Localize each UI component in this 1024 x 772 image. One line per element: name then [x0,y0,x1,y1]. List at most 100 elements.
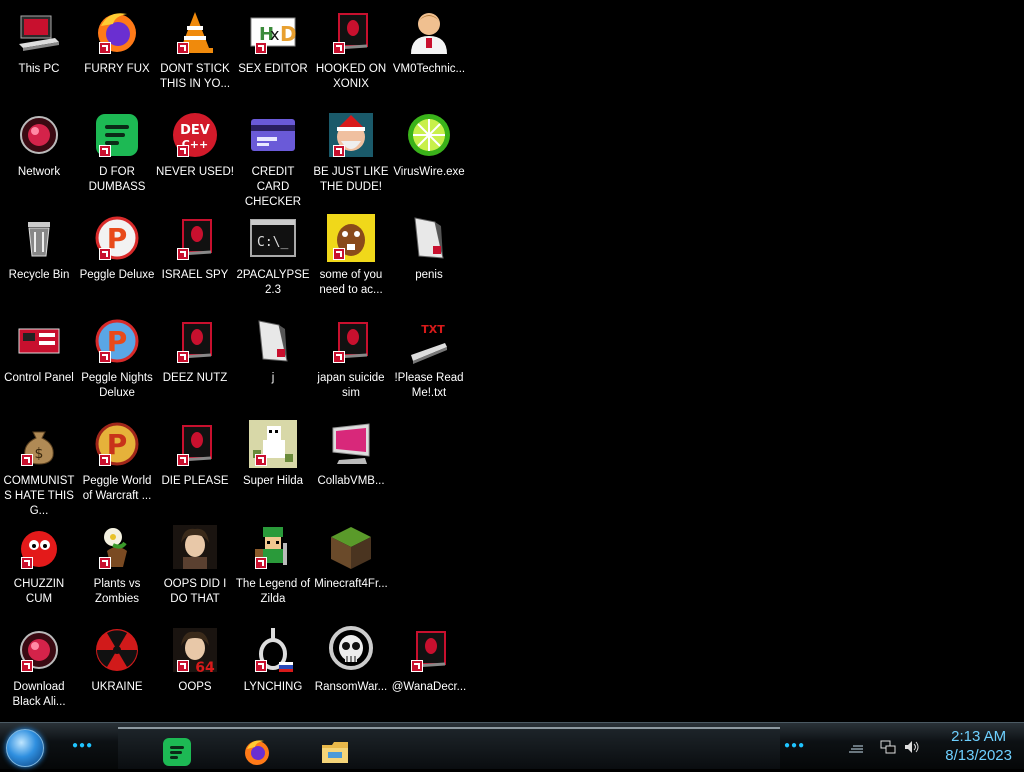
file-icon [249,317,297,365]
alien-app-icon [171,214,219,262]
network-tray-icon[interactable] [880,740,896,754]
zilda-icon [249,523,297,571]
desktop-icon-this-pc[interactable]: This PC [0,0,78,100]
desktop[interactable]: This PC Network Recycle Bin Control Pane… [0,0,1024,722]
shortcut-arrow-icon [255,660,267,672]
desktop-icon-j[interactable]: j [234,309,312,409]
shortcut-arrow-icon [177,42,189,54]
credit-card-icon [249,111,297,159]
svg-text:$: $ [35,446,44,462]
shortcut-arrow-icon [99,557,111,569]
portrait-64-icon: 64 [171,626,219,674]
system-clock[interactable]: 2:13 AM 8/13/2023 [945,727,1012,765]
desktop-icon-peggle-deluxe[interactable]: P Peggle Deluxe [78,206,156,306]
desktop-icon-label: Recycle Bin [8,269,70,281]
firefox-icon [245,740,269,765]
desktop-icon-vm0technic[interactable]: VM0Technic... [390,0,468,100]
desktop-icon-wanadecryptor[interactable]: @WanaDecr... [390,618,468,718]
shortcut-arrow-icon [21,557,33,569]
taskbar-decoration-right: ●●● [784,740,806,751]
svg-text:64: 64 [195,660,215,674]
desktop-icon-never-used[interactable]: DEV C++ NEVER USED! [156,103,234,203]
desktop-icon-minecraft[interactable]: Minecraft4Fr... [312,515,390,615]
svg-text:DEV: DEV [180,123,210,138]
alien-app-icon [327,8,375,56]
desktop-icon-legend-of-zilda[interactable]: The Legend of Zilda [234,515,312,615]
desktop-icon-collabvm[interactable]: CollabVMB... [312,412,390,512]
desktop-icon-label: Peggle Deluxe [79,269,155,281]
desktop-icon-sex-editor[interactable]: HxD SEX EDITOR [234,0,312,100]
start-button[interactable] [6,729,44,767]
volume-icon[interactable] [904,740,920,754]
alien-app-icon [327,317,375,365]
desktop-icon-2pacalypse[interactable]: C:\_ 2PACALYPSE 2.3 [234,206,312,306]
desktop-icon-ukraine[interactable]: UKRAINE [78,618,156,718]
desktop-icon-d-for-dumbass[interactable]: D FOR DUMBASS [78,103,156,203]
desktop-icon-penis[interactable]: penis [390,206,468,306]
svg-text:D: D [280,22,297,46]
desktop-icon-please-read-me[interactable]: TXT !Please Read Me!.txt [390,309,468,409]
desktop-icon-label: FURRY FUX [84,63,150,75]
desktop-icon-chuzzin[interactable]: CHUZZIN CUM [0,515,78,615]
desktop-icon-peggle-wow[interactable]: P Peggle World of Warcraft ... [78,412,156,512]
desktop-icon-some-of-you[interactable]: some of you need to ac... [312,206,390,306]
desktop-icon-recycle-bin[interactable]: Recycle Bin [0,206,78,306]
show-hidden-icons[interactable] [848,740,864,754]
desktop-icon-peggle-nights[interactable]: P Peggle Nights Deluxe [78,309,156,409]
taskbar-pin-firefox[interactable] [242,737,272,767]
desktop-icon-credit-card-checker[interactable]: CREDIT CARD CHECKER [234,103,312,208]
taskbar-pin-spotify[interactable] [162,737,192,767]
peggle-icon: P [93,420,141,468]
desktop-icon-label: Network [17,166,61,178]
desktop-icon-label: VirusWire.exe [393,166,465,178]
desktop-icon-viruswire[interactable]: VirusWire.exe [390,103,468,203]
desktop-icon-label: japan suicide sim [317,372,385,399]
desktop-icon-label: 2PACALYPSE 2.3 [236,269,310,296]
desktop-icon-label: CHUZZIN CUM [13,578,65,605]
desktop-icon-label: OOPS [178,681,212,693]
desktop-icon-be-just-like-the-dude[interactable]: BE JUST LIKE THE DUDE! [312,103,390,203]
desktop-icon-japan-suicide-sim[interactable]: japan suicide sim [312,309,390,409]
desktop-icon-hooked-on-xonix[interactable]: HOOKED ON XONIX [312,0,390,100]
shortcut-arrow-icon [21,454,33,466]
taskbar-pin-file-explorer[interactable] [320,737,350,767]
desktop-icon-super-hilda[interactable]: Super Hilda [234,412,312,512]
shortcut-arrow-icon [255,454,267,466]
shortcut-arrow-icon [177,145,189,157]
desktop-icon-label: DEEZ NUTZ [162,372,228,384]
dude-icon [327,111,375,159]
desktop-icon-label: Minecraft4Fr... [314,578,388,590]
desktop-icon-deez-nutz[interactable]: DEEZ NUTZ [156,309,234,409]
desktop-icon-download-black-ali[interactable]: Download Black Ali... [0,618,78,718]
clock-time: 2:13 AM [951,728,1007,745]
control-panel-icon [15,317,63,365]
svg-text:C:\_: C:\_ [257,235,288,250]
desktop-icon-label: The Legend of Zilda [235,578,311,605]
desktop-icon-label: RansomWar... [314,681,388,693]
desktop-icon-plants-vs-zombies[interactable]: Plants vs Zombies [78,515,156,615]
portrait-icon [171,523,219,571]
desktop-icon-oops-did-i[interactable]: OOPS DID I DO THAT [156,515,234,615]
shortcut-arrow-icon [177,351,189,363]
desktop-icon-label: @WanaDecr... [391,681,467,693]
desktop-icon-label: VM0Technic... [392,63,466,75]
desktop-icon-label: Peggle Nights Deluxe [81,372,153,399]
desktop-icon-furry-fux[interactable]: FURRY FUX [78,0,156,100]
desktop-icon-label: Peggle World of Warcraft ... [82,475,152,502]
desktop-icon-dont-stick[interactable]: DONT STICK THIS IN YO... [156,0,234,100]
desktop-icon-ransomware[interactable]: RansomWar... [312,618,390,718]
desktop-icon-communists[interactable]: $ COMMUNISTS HATE THIS G... [0,412,78,517]
desktop-icon-die-please[interactable]: DIE PLEASE [156,412,234,512]
desktop-icon-lynching[interactable]: LYNCHING [234,618,312,718]
desktop-icon-control-panel[interactable]: Control Panel [0,309,78,409]
desktop-icon-label: This PC [18,63,60,75]
shortcut-arrow-icon [177,454,189,466]
desktop-icon-israel-spy[interactable]: ISRAEL SPY [156,206,234,306]
shortcut-arrow-icon [99,248,111,260]
desktop-icon-label: j [271,372,275,384]
desktop-icon-network[interactable]: Network [0,103,78,203]
desktop-icon-label: Control Panel [4,372,74,384]
devcpp-icon: DEV C++ [171,111,219,159]
desktop-icon-oops[interactable]: 64 OOPS [156,618,234,718]
chuzzle-icon [15,523,63,571]
